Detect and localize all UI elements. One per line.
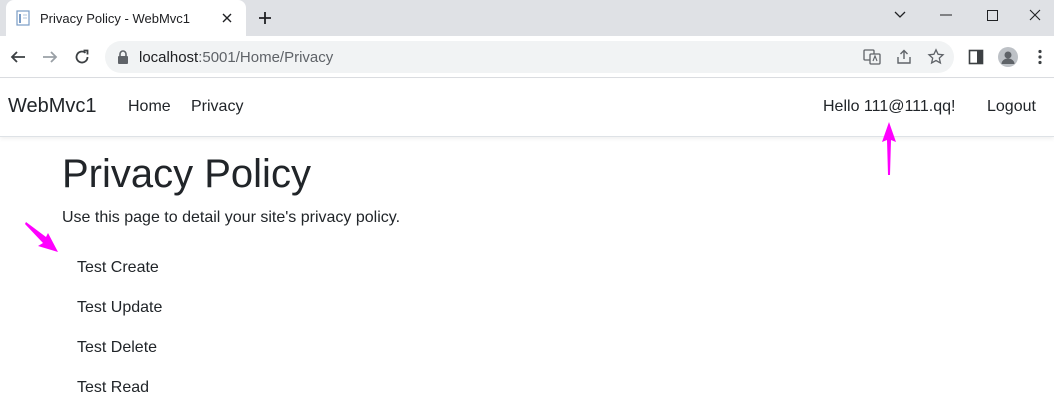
page-description: Use this page to detail your site's priv… [62, 209, 401, 226]
url-host: localhost [139, 48, 199, 66]
page-favicon-icon [16, 10, 32, 26]
share-icon[interactable] [894, 47, 914, 67]
maximize-icon[interactable] [969, 0, 1015, 30]
user-greeting[interactable]: Hello 111@111.qq! [823, 98, 955, 116]
lock-icon[interactable] [117, 49, 131, 65]
browser-toolbar: localhost:5001/Home/Privacy [0, 36, 1054, 78]
url-text: localhost:5001/Home/Privacy [139, 49, 333, 66]
close-window-icon[interactable] [1012, 0, 1054, 30]
browser-menu-icon[interactable] [1029, 46, 1051, 68]
minimize-icon[interactable] [923, 0, 969, 30]
bookmark-star-icon[interactable] [926, 47, 946, 67]
profile-avatar-icon[interactable] [997, 46, 1019, 68]
test-update-link[interactable]: Test Update [77, 298, 162, 338]
translate-icon[interactable] [862, 47, 882, 67]
diagonal-arrow-annotation-icon [25, 222, 58, 252]
url-path: :5001/Home/Privacy [198, 48, 334, 66]
up-arrow-annotation-icon [882, 122, 896, 175]
reload-icon[interactable] [71, 46, 93, 68]
address-bar[interactable]: localhost:5001/Home/Privacy [105, 41, 954, 73]
test-link-list: Test Create Test Update Test Delete Test… [77, 258, 162, 410]
forward-arrow-icon[interactable] [39, 46, 61, 68]
page-title: Privacy Policy [62, 152, 311, 196]
test-read-link[interactable]: Test Read [77, 378, 162, 410]
close-tab-icon[interactable] [218, 9, 236, 27]
tab-title: Privacy Policy - WebMvc1 [40, 10, 191, 26]
test-create-link[interactable]: Test Create [77, 258, 162, 298]
browser-tab[interactable]: Privacy Policy - WebMvc1 [6, 0, 246, 36]
chevron-down-icon[interactable] [877, 0, 923, 30]
side-panel-icon[interactable] [965, 46, 987, 68]
logout-button[interactable]: Logout [987, 98, 1036, 116]
browser-tabstrip: Privacy Policy - WebMvc1 [0, 0, 1054, 36]
nav-link-privacy[interactable]: Privacy [191, 98, 243, 116]
back-arrow-icon[interactable] [7, 46, 29, 68]
site-brand[interactable]: WebMvc1 [8, 95, 97, 118]
nav-link-home[interactable]: Home [128, 98, 171, 116]
new-tab-icon[interactable] [255, 8, 275, 28]
test-delete-link[interactable]: Test Delete [77, 338, 162, 378]
